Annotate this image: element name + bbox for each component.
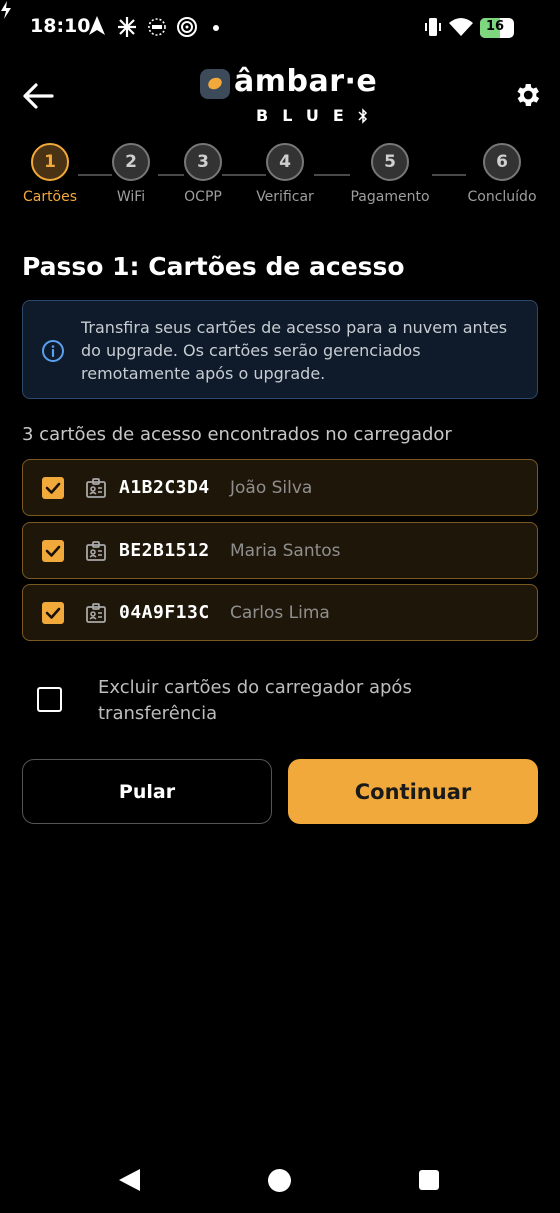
logo-wordmark: âmbar·e xyxy=(234,64,378,99)
id-card-icon xyxy=(86,541,106,561)
step-label: Pagamento xyxy=(350,189,430,205)
dot-icon xyxy=(213,25,219,31)
progress-stepper: 1 Cartões 2 WiFi 3 OCPP 4 Verificar 5 Pa… xyxy=(0,143,560,213)
nav-home-icon[interactable] xyxy=(268,1169,291,1192)
card-row[interactable]: A1B2C3D4 João Silva xyxy=(22,459,538,516)
card-uid: A1B2C3D4 xyxy=(119,477,210,498)
card-owner: Maria Santos xyxy=(230,541,341,561)
step-connector xyxy=(314,174,350,176)
info-text: Transfira seus cartões de acesso para a … xyxy=(81,318,508,383)
step-connector xyxy=(432,174,466,176)
id-card-icon xyxy=(86,478,106,498)
logo-subtitle: BLUE xyxy=(256,106,358,125)
continue-button[interactable]: Continuar xyxy=(288,759,538,824)
step-number: 1 xyxy=(31,143,69,181)
step-connector xyxy=(158,174,184,176)
card-row[interactable]: 04A9F13C Carlos Lima xyxy=(22,584,538,641)
id-card-icon xyxy=(86,603,106,623)
step-number: 6 xyxy=(483,143,521,181)
info-icon xyxy=(42,340,64,362)
step-number: 2 xyxy=(112,143,150,181)
card-checkbox[interactable] xyxy=(42,602,64,624)
step-connector xyxy=(222,174,266,176)
nav-back-icon[interactable] xyxy=(119,1169,140,1191)
wifi-icon xyxy=(449,18,473,36)
card-uid: 04A9F13C xyxy=(119,602,210,623)
app-logo: âmbar·e BLUE xyxy=(200,64,380,128)
bluetooth-icon xyxy=(358,108,368,124)
app-header: âmbar·e BLUE xyxy=(0,56,560,136)
system-nav-bar xyxy=(0,1140,560,1213)
battery-level: 16 xyxy=(485,19,505,34)
vibrate-icon xyxy=(425,18,441,36)
cards-count-text: 3 cartões de acesso encontrados no carre… xyxy=(22,424,452,445)
skip-button[interactable]: Pular xyxy=(22,759,272,824)
delete-cards-checkbox[interactable] xyxy=(37,687,62,712)
navigation-icon xyxy=(89,16,105,35)
step-connector xyxy=(78,174,112,176)
step-number: 4 xyxy=(266,143,304,181)
film-icon xyxy=(148,18,166,36)
logo-mark-icon xyxy=(200,69,230,99)
card-checkbox[interactable] xyxy=(42,540,64,562)
status-time: 18:10 xyxy=(30,15,91,37)
step-label: Concluído xyxy=(467,189,537,205)
step-number: 5 xyxy=(371,143,409,181)
step-label: WiFi xyxy=(116,189,146,205)
delete-cards-label[interactable]: Excluir cartões do carregador após trans… xyxy=(98,675,498,727)
info-banner: Transfira seus cartões de acesso para a … xyxy=(22,300,538,399)
step-label: OCPP xyxy=(184,189,222,205)
pinwheel-icon xyxy=(118,17,136,37)
page-title: Passo 1: Cartões de acesso xyxy=(22,252,405,281)
nav-recents-icon[interactable] xyxy=(419,1170,439,1190)
battery-icon: 16 xyxy=(480,18,514,38)
status-bar: 18:10 16 xyxy=(0,0,560,56)
card-row[interactable]: BE2B1512 Maria Santos xyxy=(22,522,538,579)
arrow-left-icon[interactable] xyxy=(20,78,56,114)
step-label: Cartões xyxy=(22,189,78,205)
card-owner: João Silva xyxy=(230,478,313,498)
step-number: 3 xyxy=(184,143,222,181)
card-uid: BE2B1512 xyxy=(119,540,210,561)
card-checkbox[interactable] xyxy=(42,477,64,499)
charging-icon xyxy=(1,1,11,19)
card-owner: Carlos Lima xyxy=(230,603,330,623)
step-label: Verificar xyxy=(256,189,314,205)
gear-icon[interactable] xyxy=(512,80,542,110)
spiral-icon xyxy=(177,17,197,37)
